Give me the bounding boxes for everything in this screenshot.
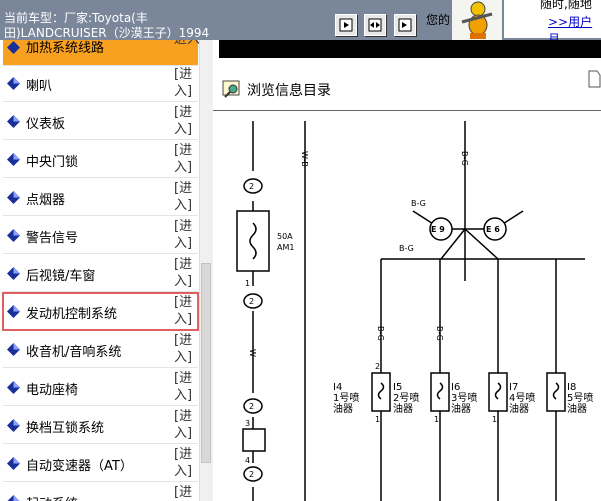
sidebar-item-central-lock[interactable]: 中央门锁 [进入] bbox=[3, 141, 198, 178]
wire-label: B-G bbox=[376, 326, 385, 341]
diamond-icon bbox=[7, 229, 20, 242]
injector-id: I5 bbox=[393, 382, 402, 393]
sidebar-item-heating[interactable]: 加热系统线路 进入 bbox=[3, 40, 200, 66]
pin-label: 1 bbox=[434, 415, 439, 424]
pin-label: 1 bbox=[492, 415, 497, 424]
browse-icon bbox=[222, 80, 240, 98]
injector-id: I7 bbox=[509, 382, 518, 393]
diamond-icon bbox=[7, 191, 20, 204]
wire-label: W-B bbox=[300, 151, 309, 167]
injector-name: 3号喷 bbox=[451, 392, 477, 404]
greeting-text: 您的 bbox=[426, 13, 451, 27]
page-icon bbox=[588, 70, 601, 88]
sidebar-item-power-seat[interactable]: 电动座椅 [进入] bbox=[3, 369, 198, 406]
mascot-image bbox=[452, 0, 502, 40]
vehicle-info: 当前车型：厂家:Toyota(丰田)LANDCRUISER（沙漠王子）1994 bbox=[4, 11, 210, 40]
content-toolbar bbox=[219, 40, 601, 58]
pin-label: 1 bbox=[375, 415, 380, 424]
pin-label: 2 bbox=[249, 470, 254, 479]
diamond-icon bbox=[7, 419, 20, 432]
sidebar-item-cigarette-lighter[interactable]: 点烟器 [进入] bbox=[3, 179, 198, 216]
sidebar-menu: 加热系统线路 进入 喇叭 [进入] 仪表板 [进入] 中央门锁 [进入] 点烟器… bbox=[0, 40, 213, 501]
injector-name: 4号喷 bbox=[509, 392, 535, 404]
sidebar-item-dashboard[interactable]: 仪表板 [进入] bbox=[3, 103, 198, 140]
diamond-icon bbox=[7, 495, 20, 501]
pin-label: 2 bbox=[249, 402, 254, 411]
wire-label: B-G bbox=[411, 199, 426, 208]
diamond-icon bbox=[7, 305, 20, 318]
connector-label: E 9 bbox=[431, 225, 445, 234]
sidebar-item-auto-transmission[interactable]: 自动变速器（AT） [进入] bbox=[3, 445, 198, 482]
ad-banner[interactable]: 随时,随地 >>用户月 bbox=[504, 0, 601, 46]
injector-id: I4 bbox=[333, 382, 342, 393]
forward-button[interactable] bbox=[335, 14, 357, 36]
injector-id: I6 bbox=[451, 382, 460, 393]
diamond-icon bbox=[7, 381, 20, 394]
wiring-diagram: W-B B-G B-G B-G W B-G B-G 50A AM1 E 9 E … bbox=[236, 121, 593, 501]
injector-name: 油器 bbox=[509, 402, 529, 415]
fuse-label: 50A bbox=[277, 232, 293, 241]
diamond-icon bbox=[7, 343, 20, 356]
pin-label: 2 bbox=[249, 182, 254, 191]
content-panel: 浏览信息目录 W-B B-G B-G B-G W B-G B-G 50A AM1… bbox=[213, 40, 601, 501]
pin-label: 1 bbox=[245, 279, 250, 288]
sidebar-item-shift-lock[interactable]: 换档互锁系统 [进入] bbox=[3, 407, 198, 444]
scrollbar-thumb[interactable] bbox=[201, 263, 211, 463]
diamond-icon bbox=[7, 153, 20, 166]
sidebar-item-starting-system[interactable]: 起动系统 [进 bbox=[3, 483, 198, 501]
injector-name: 1号喷 bbox=[333, 392, 359, 404]
diamond-icon bbox=[7, 77, 20, 90]
sidebar-item-horn[interactable]: 喇叭 [进入] bbox=[3, 65, 198, 102]
next-button[interactable] bbox=[394, 14, 416, 36]
injector-name: 油器 bbox=[393, 402, 413, 415]
top-bar: 当前车型：厂家:Toyota(丰田)LANDCRUISER（沙漠王子）1994 … bbox=[0, 0, 601, 46]
fuse-label: AM1 bbox=[277, 243, 294, 252]
diamond-icon bbox=[7, 267, 20, 280]
injector-name: 油器 bbox=[451, 402, 471, 415]
next-icon bbox=[398, 18, 412, 32]
ad-text: 随时,随地 bbox=[540, 0, 592, 11]
wire-label: B-G bbox=[399, 244, 414, 253]
sidebar-item-mirror-window[interactable]: 后视镜/车窗 [进入] bbox=[3, 255, 198, 292]
wire-label: W bbox=[248, 349, 257, 357]
sidebar-item-engine-control[interactable]: 发动机控制系统 [进入] bbox=[2, 292, 199, 331]
pin-label: 3 bbox=[245, 419, 250, 428]
expand-button[interactable] bbox=[364, 14, 386, 36]
injector-name: 油器 bbox=[333, 402, 353, 415]
browse-directory-title: 浏览信息目录 bbox=[247, 83, 331, 99]
injector-name: 2号喷 bbox=[393, 392, 419, 404]
injector-id: I8 bbox=[567, 382, 576, 393]
sidebar-item-radio-audio[interactable]: 收音机/音响系统 [进入] bbox=[3, 331, 198, 368]
pin-label: 2 bbox=[375, 362, 380, 371]
diamond-icon bbox=[7, 115, 20, 128]
wire-label: B-G bbox=[460, 151, 469, 166]
diamond-icon bbox=[7, 457, 20, 470]
sidebar-scrollbar[interactable] bbox=[199, 40, 213, 501]
sidebar-item-warning-signal[interactable]: 警告信号 [进入] bbox=[3, 217, 198, 254]
pin-label: 4 bbox=[245, 456, 250, 465]
injector-name: 油器 bbox=[567, 402, 587, 415]
wire-label: B-G bbox=[435, 326, 444, 341]
diamond-icon bbox=[7, 41, 20, 54]
pin-label: 2 bbox=[249, 297, 254, 306]
expand-icon bbox=[368, 18, 382, 32]
injector-name: 5号喷 bbox=[567, 392, 593, 404]
play-right-icon bbox=[339, 18, 353, 32]
connector-label: E 6 bbox=[486, 225, 500, 234]
